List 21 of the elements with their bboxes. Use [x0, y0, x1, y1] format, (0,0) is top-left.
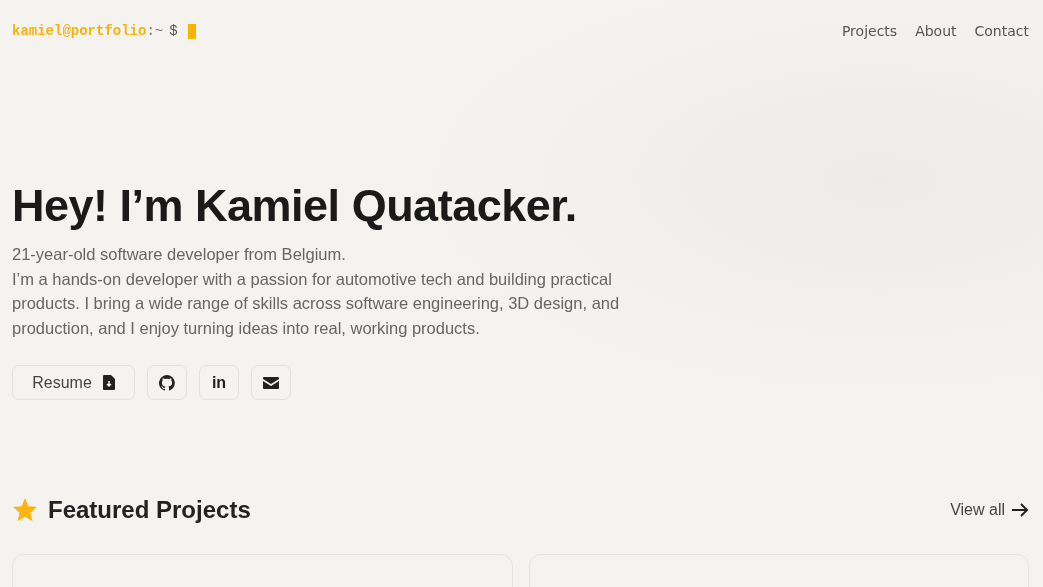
- cursor-icon: [187, 23, 196, 39]
- github-icon: [159, 374, 175, 391]
- arrow-right-icon: [1011, 503, 1029, 517]
- envelope-icon: [263, 376, 279, 389]
- terminal-prompt-user: kamiel@portfolio: [12, 23, 147, 39]
- email-button[interactable]: [251, 365, 291, 400]
- nav-link[interactable]: Contact: [974, 23, 1029, 39]
- terminal-prompt-path: :~: [146, 23, 164, 39]
- star-icon: [12, 497, 38, 523]
- section-title: Featured Projects: [48, 496, 251, 524]
- terminal-prompt-symbol: $: [169, 23, 178, 39]
- intro-text: 21-year-old software developer from Belgium.: [12, 244, 347, 265]
- github-button[interactable]: [147, 365, 187, 400]
- view-all-link[interactable]: View all: [950, 501, 1029, 519]
- linkedin-button[interactable]: in: [199, 365, 239, 400]
- hero-title: Hey! I’m Kamiel Quatacker.: [12, 180, 578, 232]
- resume-button[interactable]: Resume: [12, 365, 135, 400]
- file-download-icon: [102, 375, 115, 390]
- intro-text: I’m a hands-on developer with a passion for automotive tech and building practical products. I bring a wide range of skills across software engineering, 3D design, and production, and I enjoy turning ideas into real, working products.: [12, 268, 621, 339]
- nav-link[interactable]: Projects: [841, 23, 898, 39]
- nav-link[interactable]: About: [915, 23, 957, 39]
